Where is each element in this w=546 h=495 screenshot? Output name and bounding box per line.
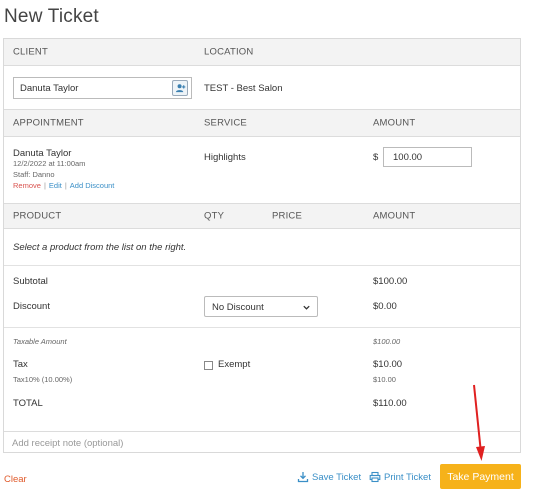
appointment-column-header: APPOINTMENT [13, 117, 84, 129]
subtotal-value: $100.00 [373, 276, 408, 287]
amount-input-value: 100.00 [393, 152, 423, 163]
currency-symbol: $ [373, 152, 379, 163]
edit-link[interactable]: Edit [49, 181, 62, 190]
save-ticket-button[interactable]: Save Ticket [297, 471, 361, 483]
discount-select[interactable]: No Discount [204, 296, 318, 317]
print-ticket-label: Print Ticket [384, 471, 431, 483]
exempt-label: Exempt [218, 359, 251, 370]
receipt-note-placeholder: Add receipt note (optional) [12, 438, 124, 449]
page-title: New Ticket [4, 6, 99, 27]
printer-icon [369, 471, 381, 483]
save-ticket-label: Save Ticket [312, 471, 362, 483]
total-value: $110.00 [373, 398, 407, 409]
service-column-header: SERVICE [204, 117, 247, 129]
product-amount-column-header: AMOUNT [373, 210, 416, 222]
receipt-note-field[interactable]: Add receipt note (optional) [4, 431, 520, 453]
amount-input[interactable]: 100.00 [383, 147, 472, 167]
remove-link[interactable]: Remove [13, 181, 41, 190]
appointment-links: Remove | Edit | Add Discount [13, 181, 114, 190]
qty-column-header: QTY [204, 210, 225, 222]
exempt-checkbox[interactable] [204, 361, 213, 370]
amount-column-header: AMOUNT [373, 117, 416, 129]
tax-detail: Tax10% (10.00%) [13, 375, 73, 384]
link-separator: | [43, 181, 46, 190]
clear-button[interactable]: Clear [4, 474, 27, 485]
discount-value: $0.00 [373, 301, 397, 312]
print-ticket-button[interactable]: Print Ticket [369, 471, 431, 483]
product-header-row: PRODUCT QTY PRICE AMOUNT [4, 203, 520, 229]
discount-select-value: No Discount [212, 302, 264, 313]
annotation-arrow-icon [473, 384, 485, 461]
client-field[interactable]: Danuta Taylor [13, 77, 192, 99]
link-separator: | [64, 181, 67, 190]
tax-label: Tax [13, 359, 28, 370]
divider [4, 265, 520, 266]
divider [4, 327, 520, 328]
product-column-header: PRODUCT [13, 210, 62, 222]
client-select-button[interactable] [172, 80, 188, 96]
location-value: TEST - Best Salon [204, 83, 283, 94]
download-icon [297, 472, 309, 483]
ticket-card: CLIENT LOCATION Danuta Taylor TEST - Bes… [3, 38, 521, 453]
client-field-value: Danuta Taylor [20, 83, 79, 94]
discount-label: Discount [13, 301, 50, 312]
location-column-header: LOCATION [204, 46, 254, 58]
add-discount-link[interactable]: Add Discount [70, 181, 115, 190]
take-payment-button[interactable]: Take Payment [440, 464, 521, 489]
appointment-client-name: Danuta Taylor [13, 148, 72, 159]
add-user-icon [175, 83, 185, 92]
client-header-row: CLIENT LOCATION [4, 39, 520, 66]
tax-detail-value: $10.00 [373, 375, 396, 384]
tax-value: $10.00 [373, 359, 403, 370]
client-column-header: CLIENT [13, 46, 48, 58]
total-label: TOTAL [13, 398, 43, 409]
appointment-header-row: APPOINTMENT SERVICE AMOUNT [4, 109, 520, 137]
service-value: Highlights [204, 152, 246, 163]
product-empty-message: Select a product from the list on the ri… [13, 242, 187, 253]
appointment-datetime: 12/2/2022 at 11:00am [13, 159, 86, 168]
appointment-staff: Staff: Danno [13, 170, 55, 179]
subtotal-label: Subtotal [13, 276, 48, 287]
chevron-down-icon [303, 305, 310, 310]
price-column-header: PRICE [272, 210, 303, 222]
taxable-amount-value: $100.00 [373, 337, 401, 346]
taxable-amount-label: Taxable Amount [13, 337, 67, 346]
